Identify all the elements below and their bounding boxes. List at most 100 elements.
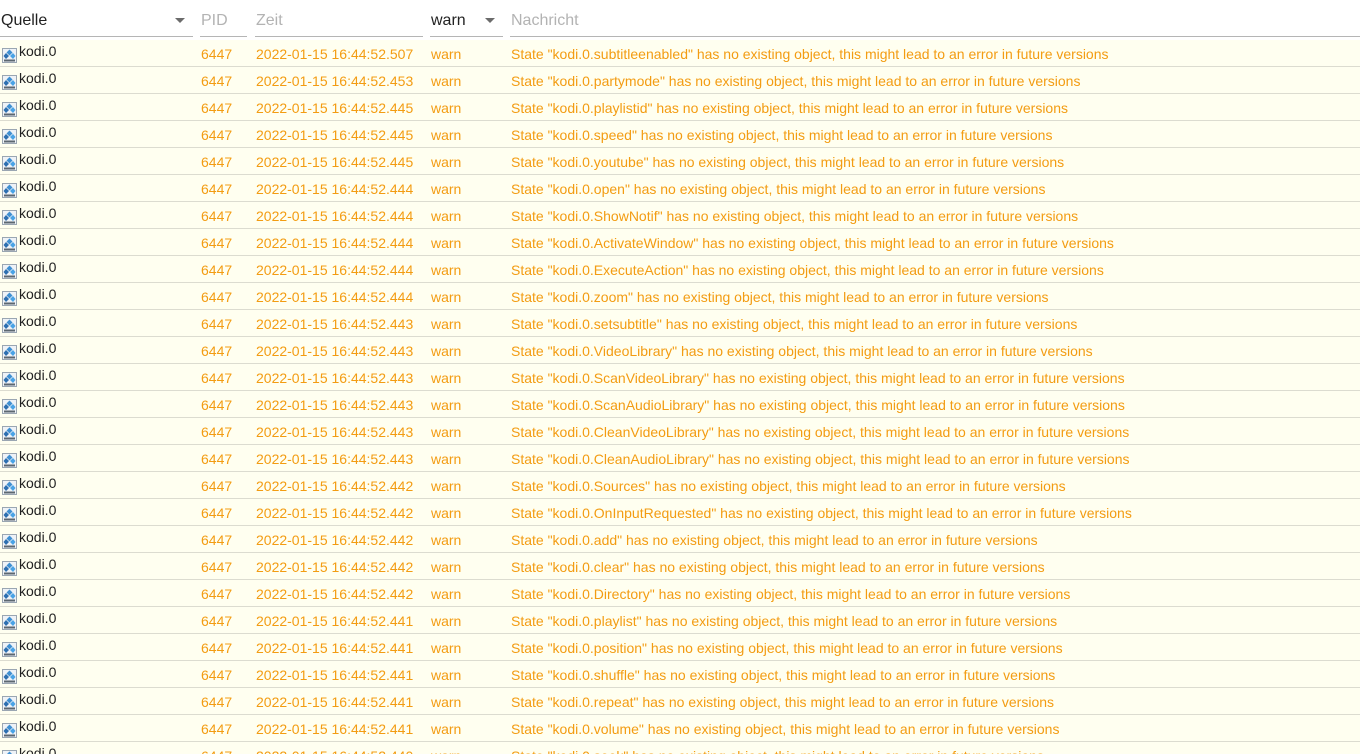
log-pid: 6447 <box>201 262 233 278</box>
log-source: kodi.0 <box>19 151 57 167</box>
log-row[interactable]: kodi.0 6447 2022-01-15 16:44:52.441 warn… <box>0 607 1360 634</box>
log-message: State "kodi.0.Directory" has no existing… <box>511 586 1071 602</box>
kodi-icon <box>2 558 17 576</box>
log-time: 2022-01-15 16:44:52.441 <box>256 640 414 656</box>
log-level: warn <box>431 667 462 683</box>
log-row[interactable]: kodi.0 6447 2022-01-15 16:44:52.443 warn… <box>0 364 1360 391</box>
log-row[interactable]: kodi.0 6447 2022-01-15 16:44:52.444 warn… <box>0 229 1360 256</box>
log-row[interactable]: kodi.0 6447 2022-01-15 16:44:52.441 warn… <box>0 661 1360 688</box>
log-row[interactable]: kodi.0 6447 2022-01-15 16:44:52.444 warn… <box>0 256 1360 283</box>
log-row[interactable]: kodi.0 6447 2022-01-15 16:44:52.445 warn… <box>0 148 1360 175</box>
log-row[interactable]: kodi.0 6447 2022-01-15 16:44:52.442 warn… <box>0 580 1360 607</box>
log-row[interactable]: kodi.0 6447 2022-01-15 16:44:52.441 warn… <box>0 634 1360 661</box>
log-row[interactable]: kodi.0 6447 2022-01-15 16:44:52.442 warn… <box>0 553 1360 580</box>
log-row[interactable]: kodi.0 6447 2022-01-15 16:44:52.443 warn… <box>0 310 1360 337</box>
log-row[interactable]: kodi.0 6447 2022-01-15 16:44:52.442 warn… <box>0 499 1360 526</box>
log-source: kodi.0 <box>19 367 57 383</box>
log-time: 2022-01-15 16:44:52.440 <box>256 743 413 754</box>
message-filter-input[interactable]: Nachricht <box>510 0 1360 37</box>
log-message: State "kodi.0.Sources" has no existing o… <box>511 478 1066 494</box>
log-level: warn <box>431 478 462 494</box>
log-row[interactable]: kodi.0 6447 2022-01-15 16:44:52.507 warn… <box>0 40 1360 67</box>
kodi-icon <box>2 666 17 684</box>
log-source: kodi.0 <box>19 502 57 518</box>
log-row[interactable]: kodi.0 6447 2022-01-15 16:44:52.441 warn… <box>0 715 1360 742</box>
kodi-icon <box>2 261 17 279</box>
log-message: State "kodi.0.partymode" has no existing… <box>511 73 1081 89</box>
log-message: State "kodi.0.ShowNotif" has no existing… <box>511 208 1079 224</box>
log-message: State "kodi.0.CleanAudioLibrary" has no … <box>511 451 1130 467</box>
kodi-icon <box>2 288 17 306</box>
kodi-icon <box>2 720 17 738</box>
log-row[interactable]: kodi.0 6447 2022-01-15 16:44:52.440 warn… <box>0 742 1360 754</box>
log-source: kodi.0 <box>19 286 57 302</box>
log-time: 2022-01-15 16:44:52.444 <box>256 208 414 224</box>
log-message: State "kodi.0.setsubtitle" has no existi… <box>511 316 1078 332</box>
log-pid: 6447 <box>201 586 233 602</box>
log-time: 2022-01-15 16:44:52.444 <box>256 262 414 278</box>
log-level: warn <box>431 100 462 116</box>
log-message: State "kodi.0.playlist" has no existing … <box>511 613 1058 629</box>
log-row[interactable]: kodi.0 6447 2022-01-15 16:44:52.453 warn… <box>0 67 1360 94</box>
pid-filter-placeholder: PID <box>201 12 228 29</box>
log-message: State "kodi.0.youtube" has no existing o… <box>511 154 1065 170</box>
log-row[interactable]: kodi.0 6447 2022-01-15 16:44:52.442 warn… <box>0 472 1360 499</box>
kodi-icon <box>2 315 17 333</box>
log-pid: 6447 <box>201 208 233 224</box>
log-time: 2022-01-15 16:44:52.442 <box>256 505 414 521</box>
log-row[interactable]: kodi.0 6447 2022-01-15 16:44:52.444 warn… <box>0 175 1360 202</box>
kodi-icon <box>2 180 17 198</box>
log-level: warn <box>431 343 462 359</box>
log-source: kodi.0 <box>19 556 57 572</box>
chevron-down-icon[interactable] <box>485 18 495 23</box>
log-pid: 6447 <box>201 316 233 332</box>
source-filter-select[interactable]: Quelle <box>0 0 193 37</box>
chevron-down-icon[interactable] <box>175 18 185 23</box>
log-pid: 6447 <box>201 478 233 494</box>
log-row[interactable]: kodi.0 6447 2022-01-15 16:44:52.445 warn… <box>0 94 1360 121</box>
log-level: warn <box>431 73 462 89</box>
log-message: State "kodi.0.ScanAudioLibrary" has no e… <box>511 397 1125 413</box>
time-filter-input[interactable]: Zeit <box>255 0 423 37</box>
log-row[interactable]: kodi.0 6447 2022-01-15 16:44:52.443 warn… <box>0 418 1360 445</box>
log-message: State "kodi.0.playlistid" has no existin… <box>511 100 1069 116</box>
log-pid: 6447 <box>201 154 233 170</box>
log-source: kodi.0 <box>19 124 57 140</box>
log-level: warn <box>431 743 461 754</box>
log-message: State "kodi.0.seek" has no existing obje… <box>511 743 1044 754</box>
log-time: 2022-01-15 16:44:52.443 <box>256 424 414 440</box>
kodi-icon <box>2 72 17 90</box>
log-level: warn <box>431 316 462 332</box>
kodi-icon <box>2 747 17 754</box>
log-level: warn <box>431 586 462 602</box>
log-source: kodi.0 <box>19 205 57 221</box>
log-level: warn <box>431 127 462 143</box>
kodi-icon <box>2 207 17 225</box>
log-row[interactable]: kodi.0 6447 2022-01-15 16:44:52.443 warn… <box>0 445 1360 472</box>
log-row[interactable]: kodi.0 6447 2022-01-15 16:44:52.441 warn… <box>0 688 1360 715</box>
pid-filter-input[interactable]: PID <box>200 0 247 37</box>
log-level: warn <box>431 262 462 278</box>
log-level: warn <box>431 235 462 251</box>
log-time: 2022-01-15 16:44:52.441 <box>256 694 414 710</box>
log-row[interactable]: kodi.0 6447 2022-01-15 16:44:52.445 warn… <box>0 121 1360 148</box>
log-message: State "kodi.0.open" has no existing obje… <box>511 181 1046 197</box>
log-message: State "kodi.0.CleanVideoLibrary" has no … <box>511 424 1130 440</box>
log-source: kodi.0 <box>19 97 57 113</box>
log-row[interactable]: kodi.0 6447 2022-01-15 16:44:52.443 warn… <box>0 391 1360 418</box>
log-pid: 6447 <box>201 181 233 197</box>
log-pid: 6447 <box>201 235 233 251</box>
log-row[interactable]: kodi.0 6447 2022-01-15 16:44:52.444 warn… <box>0 283 1360 310</box>
log-row[interactable]: kodi.0 6447 2022-01-15 16:44:52.444 warn… <box>0 202 1360 229</box>
level-filter-select[interactable]: warn <box>430 0 503 37</box>
log-pid: 6447 <box>201 397 233 413</box>
log-source: kodi.0 <box>19 70 57 86</box>
log-level: warn <box>431 397 462 413</box>
log-message: State "kodi.0.add" has no existing objec… <box>511 532 1038 548</box>
log-row[interactable]: kodi.0 6447 2022-01-15 16:44:52.443 warn… <box>0 337 1360 364</box>
log-row[interactable]: kodi.0 6447 2022-01-15 16:44:52.442 warn… <box>0 526 1360 553</box>
log-source: kodi.0 <box>19 718 57 734</box>
log-source: kodi.0 <box>19 583 57 599</box>
log-level: warn <box>431 613 462 629</box>
log-level: warn <box>431 721 462 737</box>
